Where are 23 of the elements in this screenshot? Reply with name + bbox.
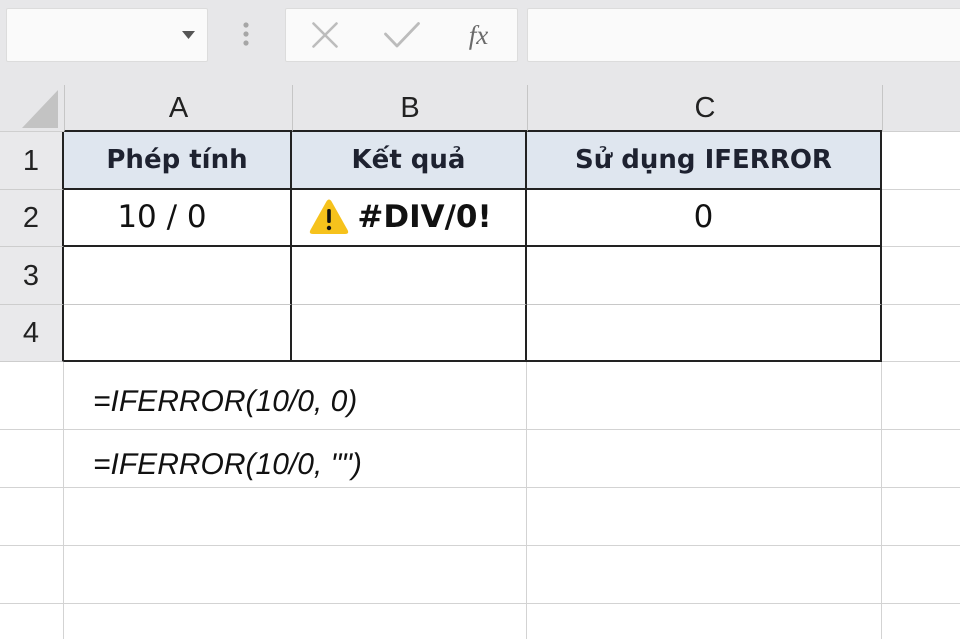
- cross-icon[interactable]: [312, 22, 338, 48]
- table-cell: 0: [527, 190, 882, 247]
- dots-icon[interactable]: [243, 22, 249, 46]
- row-header[interactable]: 2: [0, 190, 64, 247]
- empty-cell: [0, 488, 64, 546]
- header-cell: Kết quả: [292, 132, 527, 190]
- empty-cell: [0, 546, 64, 604]
- warning-icon: [309, 199, 350, 236]
- formula-field[interactable]: [527, 8, 960, 62]
- row-header[interactable]: 1: [0, 132, 64, 190]
- header-cell: Sử dụng IFERROR: [527, 132, 882, 190]
- function-button[interactable]: fx: [468, 22, 488, 48]
- triangle-icon[interactable]: [22, 90, 58, 128]
- table-cell: 10 / 0: [64, 190, 292, 247]
- row-header[interactable]: 4: [0, 304, 64, 362]
- caret-icon[interactable]: [182, 31, 195, 39]
- error-text: #DIV/0!: [357, 199, 492, 236]
- check-icon[interactable]: [384, 22, 420, 48]
- row-header[interactable]: 3: [0, 247, 64, 304]
- formula-text: =IFERROR(10/0, 0): [93, 384, 358, 418]
- name-box-field[interactable]: [6, 8, 208, 62]
- formula-text: =IFERROR(10/0, ""): [93, 448, 362, 482]
- header-cell: Phép tính: [64, 132, 292, 190]
